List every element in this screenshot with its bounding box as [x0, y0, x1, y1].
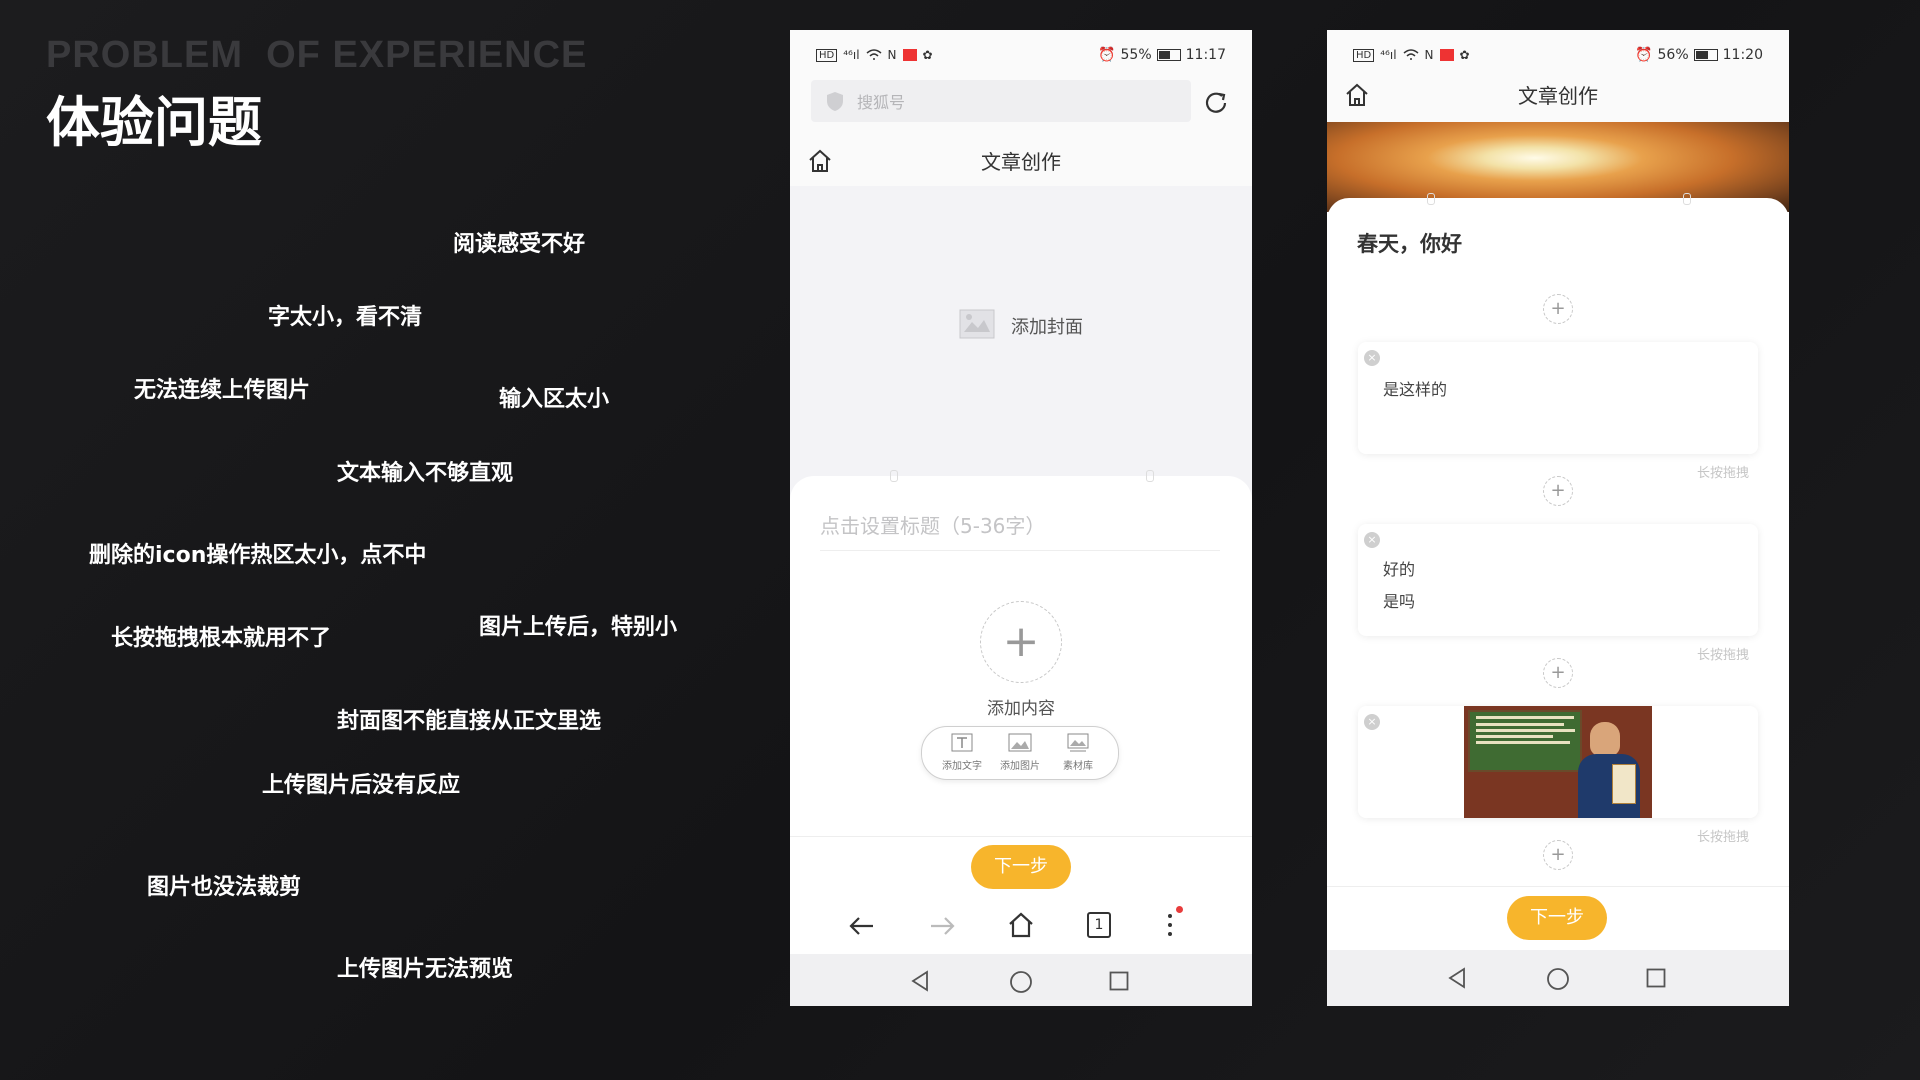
text-block-card[interactable]: × 是这样的 — [1358, 342, 1758, 454]
divider — [820, 550, 1220, 551]
next-step-button[interactable]: 下一步 — [971, 845, 1071, 889]
page-title: 体验问题 — [46, 91, 262, 154]
add-text-tool[interactable]: 添加文字 — [934, 733, 990, 772]
problem-item: 阅读感受不好 — [453, 232, 586, 257]
insert-block-button[interactable]: + — [1543, 294, 1573, 324]
system-nav-bar — [790, 954, 1252, 1006]
add-content-button[interactable]: + — [980, 601, 1062, 683]
delete-block-icon[interactable]: × — [1364, 532, 1380, 548]
alarm-icon: ⏰ — [1635, 47, 1653, 63]
text-block-card[interactable]: × 好的 是吗 — [1358, 524, 1758, 636]
problem-item: 长按拖拽根本就用不了 — [111, 626, 332, 651]
divider — [790, 836, 1252, 837]
status-bar: HD ⁴⁶ıl N ✿ ⏰ 56% 11:20 — [1327, 30, 1789, 80]
status-bar: HD ⁴⁶ıl N ✿ ⏰ 55% 11:17 — [790, 30, 1252, 80]
nav-back-icon[interactable] — [1447, 967, 1467, 989]
title-input[interactable]: 点击设置标题（5-36字） — [820, 510, 1045, 539]
drag-hint[interactable]: 长按拖拽 — [1697, 644, 1749, 663]
more-menu-icon[interactable] — [1168, 914, 1172, 936]
wifi-icon — [866, 49, 882, 60]
block-text-line[interactable]: 是吗 — [1383, 588, 1415, 612]
refresh-icon[interactable] — [1202, 89, 1230, 117]
status-icons-right: ⏰ 56% 11:20 — [1635, 47, 1763, 63]
drag-hint[interactable]: 长按拖拽 — [1697, 462, 1749, 481]
problem-item: 上传图片后没有反应 — [262, 773, 461, 798]
blackboard-shape — [1468, 710, 1582, 772]
image-icon — [1008, 733, 1032, 752]
uploaded-image[interactable] — [1464, 706, 1652, 818]
problem-item: 无法连续上传图片 — [134, 378, 311, 403]
search-placeholder: 搜狐号 — [857, 93, 906, 112]
insert-block-button[interactable]: + — [1543, 476, 1573, 506]
problem-item: 图片上传后，特别小 — [479, 615, 678, 640]
problem-item: 文本输入不够直观 — [337, 461, 514, 486]
add-image-tool[interactable]: 添加图片 — [992, 733, 1048, 772]
block-text[interactable]: 是这样的 — [1383, 376, 1447, 400]
add-content-label: 添加内容 — [987, 699, 1055, 719]
wifi-icon — [1403, 49, 1419, 60]
problem-item: 字太小，看不清 — [268, 305, 423, 330]
library-icon — [1067, 733, 1089, 752]
tabs-counter[interactable]: 1 — [1087, 912, 1111, 938]
insert-block-button[interactable]: + — [1543, 658, 1573, 688]
phone-screenshot-1: HD ⁴⁶ıl N ✿ ⏰ 55% 11:17 搜狐号 文章创作 添加封面 点击… — [790, 30, 1252, 1006]
phone-screenshot-2: HD ⁴⁶ıl N ✿ ⏰ 56% 11:20 文章创作 春天，你好 + × 是… — [1327, 30, 1789, 1006]
tool-popup: 添加文字 添加图片 素材库 — [921, 726, 1119, 780]
status-icons-left: HD ⁴⁶ıl N ✿ — [1353, 48, 1470, 62]
back-arrow-icon[interactable] — [847, 914, 877, 938]
problem-item: 封面图不能直接从正文里选 — [337, 709, 602, 734]
article-title[interactable]: 春天，你好 — [1357, 228, 1462, 258]
divider — [1327, 886, 1789, 887]
status-icons-right: ⏰ 55% 11:17 — [1098, 47, 1226, 63]
problem-item: 删除的icon操作热区太小，点不中 — [89, 543, 427, 568]
ring-decoration — [1146, 470, 1154, 482]
add-cover-label[interactable]: 添加封面 — [1011, 313, 1083, 339]
next-step-button[interactable]: 下一步 — [1507, 896, 1607, 940]
forward-arrow-icon[interactable] — [927, 914, 957, 938]
image-icon — [959, 309, 995, 339]
shield-icon — [827, 92, 843, 111]
ring-decoration — [1683, 193, 1691, 205]
insert-block-button[interactable]: + — [1543, 840, 1573, 870]
ring-decoration — [890, 470, 898, 482]
battery-icon — [1693, 49, 1718, 61]
search-bar[interactable]: 搜狐号 — [811, 80, 1191, 122]
nav-back-icon[interactable] — [910, 970, 930, 992]
delete-block-icon[interactable]: × — [1364, 350, 1380, 366]
block-text-line[interactable]: 好的 — [1383, 556, 1415, 580]
problem-item: 图片也没法裁剪 — [147, 875, 302, 900]
delete-block-icon[interactable]: × — [1364, 714, 1380, 730]
drag-hint[interactable]: 长按拖拽 — [1697, 826, 1749, 845]
book-shape — [1612, 764, 1636, 804]
ring-decoration — [1427, 193, 1435, 205]
status-icons-left: HD ⁴⁶ıl N ✿ — [816, 48, 933, 62]
subtitle-en: PROBLEM OF EXPERIENCE — [46, 34, 588, 76]
text-icon — [951, 733, 973, 752]
material-library-tool[interactable]: 素材库 — [1050, 733, 1106, 772]
header-title: 文章创作 — [981, 150, 1061, 174]
header-title: 文章创作 — [1518, 84, 1598, 108]
nav-home-icon[interactable] — [1546, 967, 1570, 991]
battery-icon — [1156, 49, 1181, 61]
nav-home-icon[interactable] — [1009, 970, 1033, 994]
problem-item: 上传图片无法预览 — [337, 957, 514, 982]
image-block-card[interactable]: × — [1358, 706, 1758, 818]
home-icon[interactable] — [1007, 911, 1035, 939]
nav-recent-icon[interactable] — [1646, 968, 1666, 988]
notification-dot — [1176, 906, 1183, 913]
nav-recent-icon[interactable] — [1109, 971, 1129, 991]
figure-head-shape — [1590, 722, 1620, 756]
alarm-icon: ⏰ — [1098, 47, 1116, 63]
cover-area[interactable] — [790, 186, 1252, 506]
system-nav-bar — [1327, 950, 1789, 1006]
problem-item: 输入区太小 — [499, 387, 610, 412]
